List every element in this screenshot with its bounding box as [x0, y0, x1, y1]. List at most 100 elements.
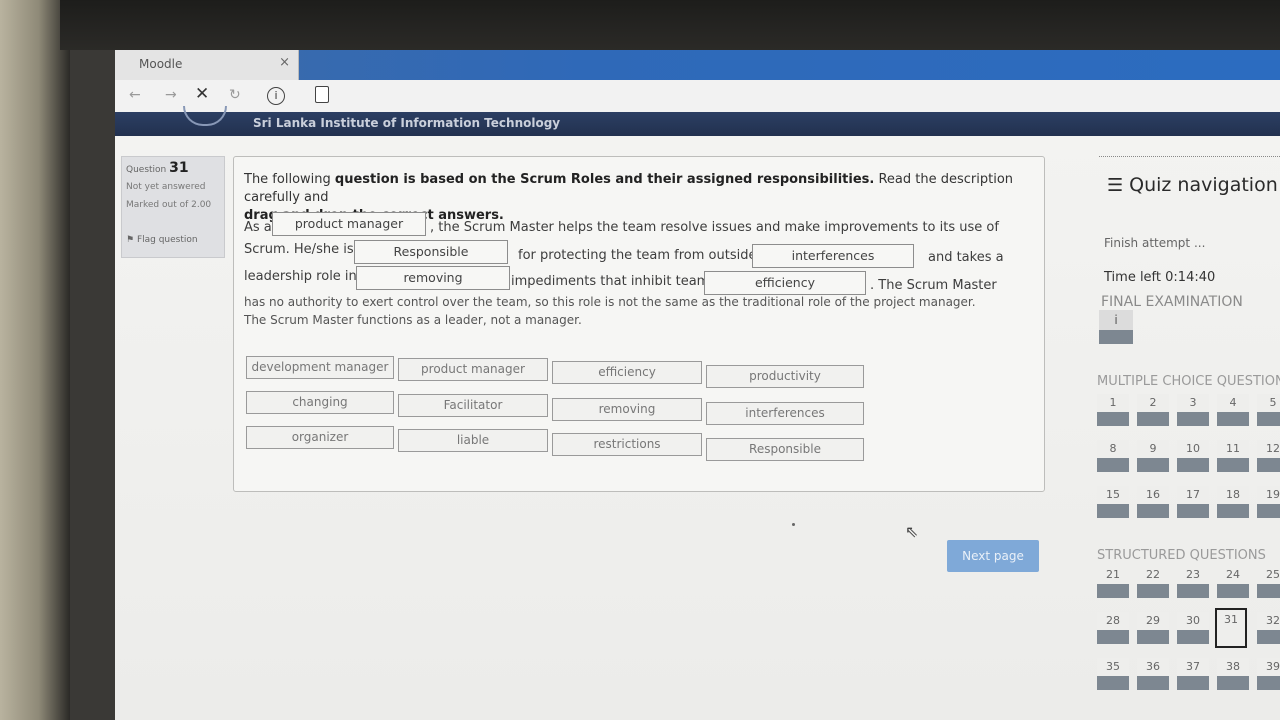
flag-question-label: Flag question — [136, 235, 198, 245]
browser-screen: Moodle × ← → ✕ ↻ i Sri Lanka Institute o… — [115, 50, 1280, 720]
mouse-cursor-icon: ⇖ — [905, 522, 919, 541]
quiz-nav-button[interactable]: 17 — [1177, 486, 1209, 518]
question-state: Not yet answered — [126, 182, 206, 192]
question-number-label: Question — [126, 165, 167, 175]
quiz-nav-button[interactable]: 35 — [1097, 658, 1129, 690]
quiz-nav-button[interactable]: 30 — [1177, 612, 1209, 644]
quiz-nav-button[interactable]: 36 — [1137, 658, 1169, 690]
choice-item[interactable]: productivity — [706, 365, 864, 388]
intro-plain: The following — [244, 172, 331, 187]
time-left-value: 0:14:40 — [1165, 270, 1216, 285]
text-segment: . The Scrum Master — [870, 278, 997, 293]
back-arrow-icon[interactable]: ← — [129, 87, 141, 103]
browser-tab[interactable]: Moodle × — [115, 50, 299, 80]
info-page-button[interactable]: i — [1099, 310, 1133, 344]
quiz-nav-button[interactable]: 37 — [1177, 658, 1209, 690]
text-segment: leadership role in — [244, 269, 357, 284]
site-info-icon[interactable]: i — [267, 87, 285, 105]
text-segment: and takes a — [928, 250, 1004, 265]
drop-zone-5[interactable]: efficiency — [704, 271, 866, 295]
choice-item[interactable]: efficiency — [552, 361, 702, 384]
tab-title: Moodle — [139, 57, 183, 71]
quiz-nav-button[interactable]: 5 — [1257, 394, 1280, 426]
choice-item[interactable]: changing — [246, 391, 394, 414]
choice-item[interactable]: interferences — [706, 402, 864, 425]
choice-item[interactable]: development manager — [246, 356, 394, 379]
screen-dust — [792, 523, 795, 526]
quiz-navigation-title: ☰ Quiz navigation — [1107, 174, 1278, 196]
choice-item[interactable]: product manager — [398, 358, 548, 381]
quiz-nav-button[interactable]: 23 — [1177, 566, 1209, 598]
room-background — [0, 0, 70, 720]
quiz-nav-button[interactable]: 18 — [1217, 486, 1249, 518]
mcq-section-heading: MULTIPLE CHOICE QUESTIONS — [1097, 374, 1280, 389]
quiz-nav-button[interactable]: 8 — [1097, 440, 1129, 472]
text-segment: The Scrum Master functions as a leader, … — [244, 313, 582, 327]
flag-icon: ⚑ — [126, 235, 135, 245]
page-content: Question 31 Not yet answered Marked out … — [115, 136, 1280, 720]
quiz-nav-button[interactable]: 1 — [1097, 394, 1129, 426]
quiz-nav-button[interactable]: 28 — [1097, 612, 1129, 644]
quiz-nav-button[interactable]: 3 — [1177, 394, 1209, 426]
intro-bold: question is based on the Scrum Roles and… — [334, 172, 875, 187]
quiz-navigation-label: Quiz navigation — [1129, 174, 1278, 196]
question-number-value: 31 — [169, 160, 189, 176]
finish-attempt-link[interactable]: Finish attempt ... — [1104, 236, 1205, 250]
monitor-bezel — [60, 0, 1280, 50]
quiz-nav-button[interactable]: 22 — [1137, 566, 1169, 598]
browser-tab-bar: Moodle × — [115, 50, 1280, 80]
choice-item[interactable]: restrictions — [552, 433, 702, 456]
quiz-nav-button[interactable]: 11 — [1217, 440, 1249, 472]
page-icon[interactable] — [315, 86, 329, 103]
text-segment: , the Scrum Master helps the team resolv… — [430, 220, 999, 235]
question-marks: Marked out of 2.00 — [126, 200, 212, 210]
quiz-nav-button[interactable]: 24 — [1217, 566, 1249, 598]
time-left: Time left 0:14:40 — [1104, 270, 1215, 285]
quiz-nav-button[interactable]: 16 — [1137, 486, 1169, 518]
quiz-nav-button[interactable]: 21 — [1097, 566, 1129, 598]
choice-item[interactable]: removing — [552, 398, 702, 421]
final-examination-heading: FINAL EXAMINATION — [1101, 294, 1243, 310]
quiz-nav-button[interactable]: 9 — [1137, 440, 1169, 472]
text-segment: for protecting the team from outside — [518, 248, 757, 263]
question-info-block: Question 31 Not yet answered Marked out … — [121, 156, 225, 258]
drop-zone-3[interactable]: interferences — [752, 244, 914, 268]
choice-item[interactable]: Facilitator — [398, 394, 548, 417]
quiz-nav-button[interactable]: 19 — [1257, 486, 1280, 518]
quiz-nav-button[interactable]: 4 — [1217, 394, 1249, 426]
reload-icon[interactable]: ↻ — [229, 87, 241, 103]
quiz-nav-button[interactable]: 12 — [1257, 440, 1280, 472]
quiz-nav-button[interactable]: 25 — [1257, 566, 1280, 598]
stop-loading-icon[interactable]: ✕ — [195, 84, 209, 104]
tab-close-icon[interactable]: × — [279, 55, 290, 70]
drop-zone-4[interactable]: removing — [356, 266, 510, 290]
quiz-nav-button[interactable]: 32 — [1257, 612, 1280, 644]
time-left-label: Time left — [1104, 270, 1162, 285]
site-header: Sri Lanka Institute of Information Techn… — [115, 106, 1280, 136]
flag-question-link[interactable]: ⚑ Flag question — [126, 235, 198, 245]
quiz-nav-button[interactable]: 10 — [1177, 440, 1209, 472]
choice-item[interactable]: organizer — [246, 426, 394, 449]
quiz-nav-button[interactable]: 39 — [1257, 658, 1280, 690]
quiz-nav-button[interactable]: 29 — [1137, 612, 1169, 644]
panel-divider — [1099, 156, 1280, 157]
drop-zone-2[interactable]: Responsible — [354, 240, 508, 264]
text-segment: Scrum. He/she is — [244, 242, 354, 257]
quiz-navigation-panel: ☰ Quiz navigation Finish attempt ... Time… — [1091, 156, 1280, 720]
menu-icon[interactable]: ☰ — [1107, 175, 1123, 196]
site-name: Sri Lanka Institute of Information Techn… — [253, 116, 561, 130]
quiz-nav-button[interactable]: 15 — [1097, 486, 1129, 518]
quiz-nav-button[interactable]: 2 — [1137, 394, 1169, 426]
drop-zone-1[interactable]: product manager — [272, 212, 426, 236]
site-logo[interactable] — [183, 106, 227, 126]
choice-item[interactable]: Responsible — [706, 438, 864, 461]
structured-section-heading: STRUCTURED QUESTIONS — [1097, 548, 1266, 563]
forward-arrow-icon[interactable]: → — [165, 87, 177, 103]
browser-nav-bar: ← → ✕ ↻ i — [115, 80, 1280, 113]
question-card: The following question is based on the S… — [233, 156, 1045, 492]
quiz-nav-button[interactable]: 38 — [1217, 658, 1249, 690]
next-page-button[interactable]: Next page — [947, 540, 1039, 572]
choice-item[interactable]: liable — [398, 429, 548, 452]
quiz-nav-button-current[interactable]: 31 — [1215, 608, 1247, 648]
text-segment: has no authority to exert control over t… — [244, 295, 976, 309]
